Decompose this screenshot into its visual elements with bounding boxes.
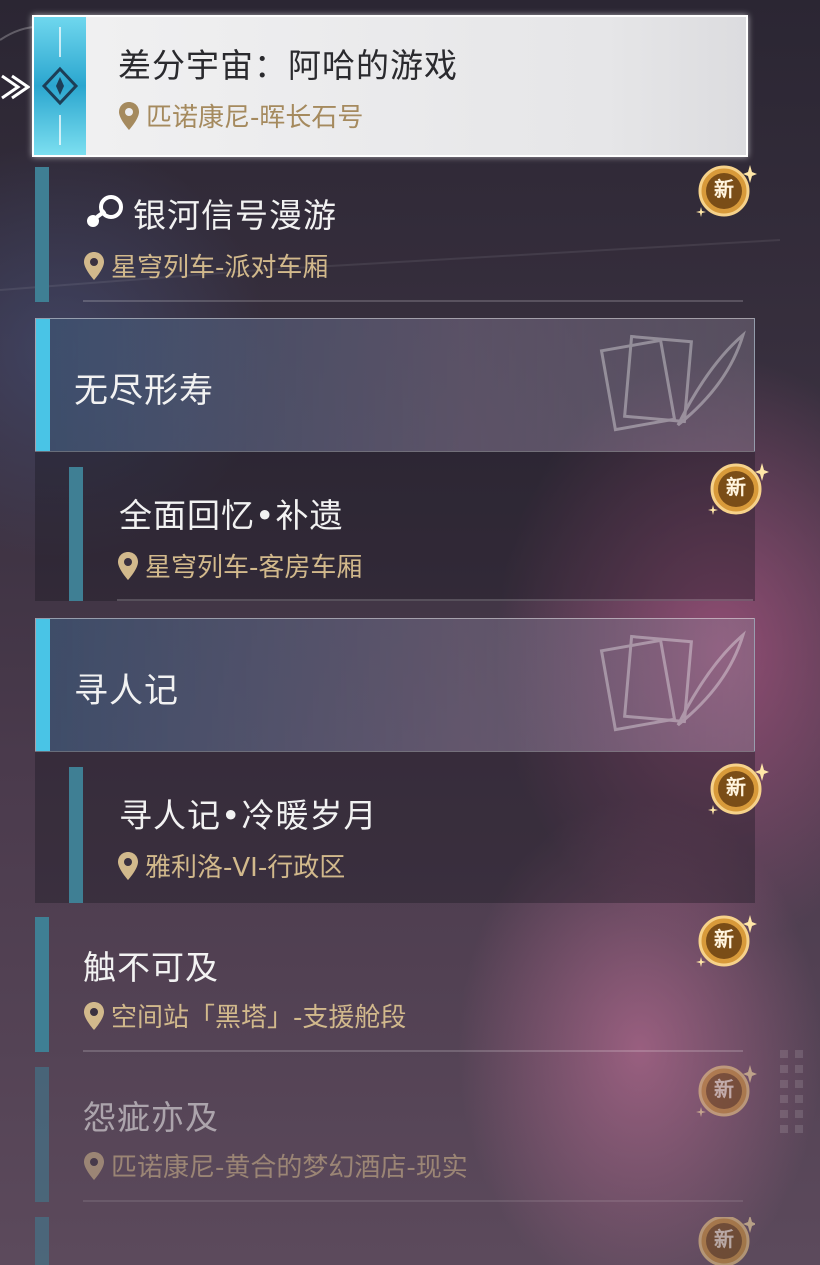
quest-title: 全面回忆•补遗 xyxy=(119,496,344,535)
selection-arrow-icon xyxy=(1,74,30,100)
location-text: 雅利洛-VI-行政区 xyxy=(145,853,346,883)
galaxy-signal-icon xyxy=(87,195,123,227)
new-badge-label: 新 xyxy=(714,177,734,201)
new-badge-label: 新 xyxy=(726,775,746,799)
new-badge-label: 新 xyxy=(714,1227,734,1251)
location-text: 空间站「黑塔」-支援舱段 xyxy=(111,1003,407,1033)
entry-divider xyxy=(83,300,743,302)
new-badge: 新 xyxy=(707,761,769,817)
new-badge: 新 xyxy=(707,461,769,517)
new-badge: 新 xyxy=(695,163,757,219)
quest-title: 触不可及 xyxy=(83,948,219,987)
quest-type-tile xyxy=(34,17,86,155)
category-title: 寻人记 xyxy=(74,671,179,711)
quest-location: 匹诺康尼-黄合的梦幻酒店-现实 xyxy=(83,1147,468,1184)
entry-divider xyxy=(83,1050,743,1052)
diamond-star-icon xyxy=(41,27,79,145)
quest-location: 星穹列车-派对车厢 xyxy=(83,247,328,284)
quest-entry[interactable]: 触不可及 空间站「黑塔」-支援舱段 新 xyxy=(35,915,757,1052)
category-header[interactable]: 无尽形寿 xyxy=(35,318,755,452)
quest-entry[interactable]: 寻人记•冷暖岁月 雅利洛-VI-行政区 新 xyxy=(35,751,769,903)
new-badge-label: 新 xyxy=(714,1077,734,1101)
category-accent-bar xyxy=(36,319,50,451)
location-text: 星穹列车-派对车厢 xyxy=(111,253,329,283)
location-pin-icon xyxy=(119,101,139,130)
new-badge: 新 xyxy=(695,1063,757,1119)
category-title: 无尽形寿 xyxy=(74,371,214,411)
location-text: 匹诺康尼-黄合的梦幻酒店-现实 xyxy=(111,1153,468,1183)
entry-divider xyxy=(117,599,753,601)
quest-title: 怨疵亦及 xyxy=(83,1098,219,1137)
location-pin-icon xyxy=(84,1151,104,1180)
entry-accent-bar xyxy=(69,467,83,601)
location-pin-icon xyxy=(84,251,104,280)
location-text: 匹诺康尼-晖长石号 xyxy=(146,103,364,133)
new-badge: 新 xyxy=(695,913,757,969)
location-pin-icon xyxy=(118,551,138,580)
quest-title: 寻人记•冷暖岁月 xyxy=(119,796,378,835)
quest-entry[interactable]: 银河信号漫游 星穹列车-派对车厢 新 xyxy=(35,165,757,302)
entry-accent-bar xyxy=(69,767,83,903)
quest-entry[interactable]: 新 xyxy=(35,1217,755,1265)
quest-entry[interactable]: 全面回忆•补遗 星穹列车-客房车厢 新 xyxy=(35,451,769,601)
quest-entry[interactable]: 怨疵亦及 匹诺康尼-黄合的梦幻酒店-现实 新 xyxy=(35,1065,757,1202)
category-accent-bar xyxy=(36,619,50,751)
entry-accent-bar xyxy=(35,167,49,302)
cards-feather-emblem-icon xyxy=(599,630,746,732)
quest-title: 差分宇宙：阿哈的游戏 xyxy=(118,46,458,85)
location-pin-icon xyxy=(84,1001,104,1030)
entry-accent-bar xyxy=(35,1067,49,1202)
quest-title: 银河信号漫游 xyxy=(133,196,337,235)
quest-location: 匹诺康尼-晖长石号 xyxy=(118,97,363,134)
quest-location: 空间站「黑塔」-支援舱段 xyxy=(83,997,406,1034)
new-badge: 新 xyxy=(695,1217,755,1265)
new-badge-label: 新 xyxy=(726,475,746,499)
location-text: 星穹列车-客房车厢 xyxy=(145,553,363,583)
selected-quest-entry[interactable]: 差分宇宙：阿哈的游戏 匹诺康尼-晖长石号 xyxy=(32,15,748,157)
quest-location: 星穹列车-客房车厢 xyxy=(117,547,362,584)
location-pin-icon xyxy=(118,851,138,880)
new-badge-label: 新 xyxy=(714,927,734,951)
category-header[interactable]: 寻人记 xyxy=(35,618,755,752)
entry-divider xyxy=(83,1200,743,1202)
cards-feather-emblem-icon xyxy=(599,330,746,432)
entry-accent-bar xyxy=(35,1217,49,1265)
quest-location: 雅利洛-VI-行政区 xyxy=(117,847,345,884)
entry-accent-bar xyxy=(35,917,49,1052)
